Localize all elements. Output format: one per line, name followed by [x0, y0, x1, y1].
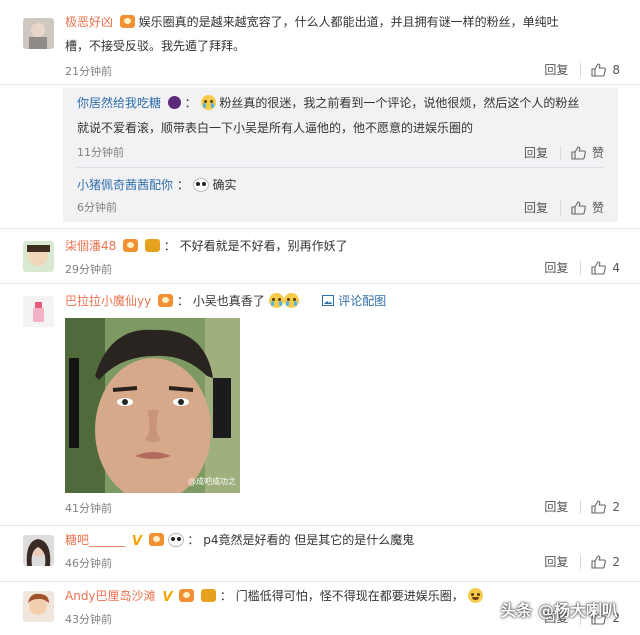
comment-actions: 回复 2	[544, 555, 620, 569]
vip-badge-icon	[119, 15, 135, 28]
thumbs-up-icon	[591, 63, 607, 77]
reply-thread: 你居然给我吃糖 ： 粉丝真的很迷，我之前看到一个评论，说他很烦，然后这个人的粉丝…	[63, 88, 618, 222]
like-count: 8	[612, 63, 620, 77]
like-button[interactable]: 赞	[571, 144, 604, 161]
level-badge-icon	[167, 96, 181, 109]
username[interactable]: 巴拉拉小魔仙yy	[65, 294, 151, 308]
laughing-emoji-icon	[467, 588, 483, 603]
thumbs-up-icon	[591, 261, 607, 275]
like-button[interactable]: 8	[591, 63, 620, 77]
comment-actions: 回复 4	[544, 261, 620, 275]
like-button[interactable]: 2	[591, 500, 620, 514]
verified-v-icon: V	[162, 590, 173, 605]
comment-text-continued: 槽，不接受反驳。我先遁了拜拜。	[65, 39, 246, 53]
vip-badge-icon	[123, 239, 139, 252]
comment-line: 巴拉拉小魔仙yy ： 小吴也真香了 评论配图	[65, 293, 387, 308]
comment-line: Andy巴厘岛沙滩 V ： 门槛低得可怕，怪不得现在都要进娱乐圈，	[65, 587, 483, 607]
comment-text: 门槛低得可怕，怪不得现在都要进娱乐圈，	[235, 589, 464, 603]
comment-line: 极恶好凶 娱乐圈真的是越来越宽容了，什么人都能出道，并且拥有谜一样的粉丝，单纯吐	[65, 13, 559, 31]
reply-actions: 回复 赞	[524, 144, 604, 161]
avatar[interactable]	[23, 241, 54, 272]
like-button[interactable]: 2	[591, 555, 620, 569]
comment-line: 柒個潘48 ： 不好看就是不好看，别再作妖了	[65, 239, 348, 253]
reply-button[interactable]: 回复	[524, 200, 561, 215]
verified-v-icon: V	[131, 534, 142, 549]
thumbs-up-icon	[591, 500, 607, 514]
fan-badge-icon	[201, 589, 217, 602]
comment-actions: 回复 8	[544, 63, 620, 77]
like-count: 2	[612, 555, 620, 569]
crying-emoji-icon	[268, 293, 284, 308]
avatar[interactable]	[23, 18, 54, 49]
comment-item: 糖吧______ V ： p4竟然是好看的 但是其它的是什么魔鬼 46分钟前 回…	[0, 526, 640, 582]
reply-text: 确实	[212, 178, 237, 192]
timestamp: 21分钟前	[65, 65, 112, 78]
timestamp: 41分钟前	[65, 502, 112, 515]
image-icon	[322, 295, 335, 306]
reply-text-continued: 就说不爱看滚，顺带表白一下小吴是所有人逼他的，他不愿意的进娱乐圈的	[77, 121, 474, 135]
reply-button[interactable]: 回复	[524, 145, 561, 160]
username[interactable]: Andy巴厘岛沙滩	[65, 589, 156, 603]
like-button[interactable]: 赞	[571, 199, 604, 216]
like-count: 2	[612, 500, 620, 514]
comment-item: 柒個潘48 ： 不好看就是不好看，别再作妖了 29分钟前 回复 4	[0, 228, 640, 284]
reply-line: 你居然给我吃糖 ： 粉丝真的很迷，我之前看到一个评论，说他很烦，然后这个人的粉丝	[77, 95, 580, 110]
like-button[interactable]: 4	[591, 261, 620, 275]
username[interactable]: 柒個潘48	[65, 239, 116, 253]
username[interactable]: 极恶好凶	[65, 15, 113, 29]
vip-badge-icon	[158, 294, 174, 307]
username[interactable]: 糖吧______	[65, 533, 125, 547]
comment-item: 巴拉拉小魔仙yy ： 小吴也真香了 评论配图 @成吧成功之 41分钟前 回复 2	[0, 284, 640, 526]
comment-image[interactable]: @成吧成功之	[65, 318, 240, 493]
comment-item: 极恶好凶 娱乐圈真的是越来越宽容了，什么人都能出道，并且拥有谜一样的粉丝，单纯吐…	[0, 0, 640, 85]
timestamp: 6分钟前	[77, 201, 117, 214]
reply-button[interactable]: 回复	[544, 500, 582, 514]
avatar[interactable]	[23, 296, 54, 327]
panda-emoji-icon	[192, 178, 209, 192]
toutiao-watermark: 头条 @杨大喇叭	[500, 601, 618, 620]
crying-emoji-icon	[283, 293, 299, 308]
reply-username[interactable]: 小猪佩奇茜茜配你	[77, 178, 173, 192]
timestamp: 46分钟前	[65, 557, 112, 570]
comment-actions: 回复 2	[544, 500, 620, 514]
reply-text: 粉丝真的很迷，我之前看到一个评论，说他很烦，然后这个人的粉丝	[219, 96, 580, 110]
image-watermark: @成吧成功之	[188, 477, 236, 486]
comment-text: p4竟然是好看的 但是其它的是什么魔鬼	[203, 533, 415, 547]
comment-text: 娱乐圈真的是越来越宽容了，什么人都能出道，并且拥有谜一样的粉丝，单纯吐	[138, 15, 559, 29]
reply-actions: 回复 赞	[524, 199, 604, 216]
like-label: 赞	[591, 146, 604, 160]
like-label: 赞	[591, 201, 604, 215]
photo-link-label: 评论配图	[338, 294, 387, 308]
avatar[interactable]	[23, 535, 54, 566]
avatar[interactable]	[23, 591, 54, 622]
reply-username[interactable]: 你居然给我吃糖	[77, 96, 161, 110]
vip-badge-icon	[179, 589, 195, 602]
timestamp: 11分钟前	[77, 146, 124, 159]
panda-badge-icon	[167, 533, 184, 547]
vip-badge-icon	[148, 533, 164, 546]
reply-button[interactable]: 回复	[544, 63, 582, 77]
like-count: 4	[612, 261, 620, 275]
timestamp: 43分钟前	[65, 613, 112, 626]
comment-line: 糖吧______ V ： p4竟然是好看的 但是其它的是什么魔鬼	[65, 533, 415, 549]
comment-text: 小吴也真香了	[192, 294, 265, 308]
timestamp: 29分钟前	[65, 263, 112, 276]
reply-button[interactable]: 回复	[544, 261, 582, 275]
crying-emoji-icon	[200, 95, 216, 110]
fan-badge-icon	[144, 239, 160, 252]
thumbs-up-icon	[571, 145, 586, 160]
comment-feed: 极恶好凶 娱乐圈真的是越来越宽容了，什么人都能出道，并且拥有谜一样的粉丝，单纯吐…	[0, 0, 640, 635]
reply-button[interactable]: 回复	[544, 555, 582, 569]
reply-line: 小猪佩奇茜茜配你 ： 确实	[77, 178, 237, 192]
comment-photo-link[interactable]: 评论配图	[322, 294, 386, 308]
comment-text: 不好看就是不好看，别再作妖了	[179, 239, 348, 253]
thumbs-up-icon	[571, 200, 586, 215]
thumbs-up-icon	[591, 555, 607, 569]
